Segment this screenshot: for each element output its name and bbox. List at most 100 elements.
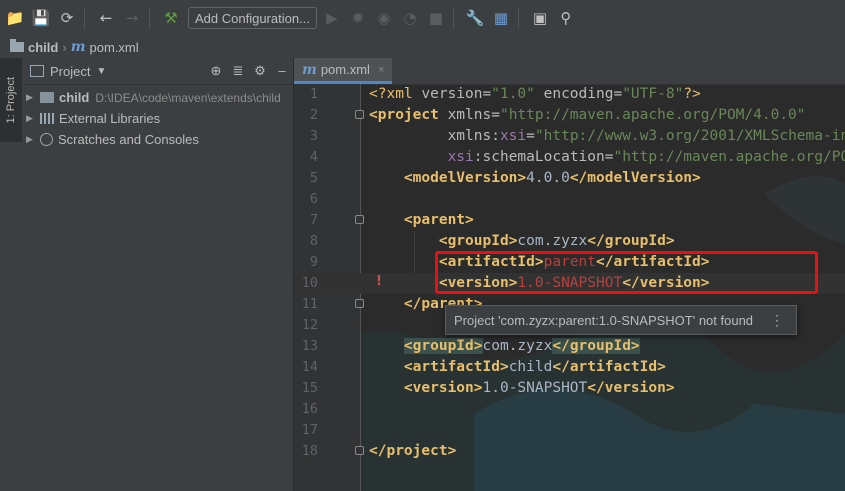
line-number: 5 <box>309 170 318 186</box>
toolbar-divider <box>149 8 150 28</box>
project-tool-tab-label: 1: Project <box>5 76 17 124</box>
code-line: 4 xsi:schemaLocation="http://maven.apach… <box>294 147 845 168</box>
tree-item-child[interactable]: ▶ child D:\IDEA\code\maven\extends\child <box>22 87 293 108</box>
fold-marker-icon[interactable] <box>355 446 364 455</box>
add-configuration-button[interactable]: Add Configuration... <box>188 7 317 29</box>
xml-tag: parent <box>412 212 466 228</box>
project-tool-tab[interactable]: 1: Project <box>0 58 22 142</box>
breadcrumb: child › m pom.xml <box>0 36 845 59</box>
code-text[interactable]: xmlns:xsi="http://www.w3.org/2001/XMLSch… <box>369 126 845 147</box>
profile-icon[interactable]: ◔ <box>399 7 421 29</box>
maven-file-icon: m <box>70 39 86 55</box>
build-hammer-icon[interactable]: ⚒ <box>160 7 182 29</box>
xml-bracket: > <box>473 380 483 396</box>
xml-string: "1.0" <box>491 86 535 102</box>
save-icon[interactable]: 💾 <box>30 7 52 29</box>
run-icon[interactable]: ▶ <box>321 7 343 29</box>
chevron-down-icon[interactable]: ▼ <box>96 66 106 77</box>
xml-decl-open: <?xml <box>369 86 422 102</box>
code-text[interactable]: <groupId>com.zyzx</groupId> <box>369 231 675 252</box>
locate-icon[interactable]: ⊕ <box>205 63 227 79</box>
gear-icon[interactable]: ⚙ <box>249 63 271 79</box>
debug-icon[interactable]: ✹ <box>347 7 369 29</box>
editor-area[interactable]: m pom.xml × 1 <?xml version = "1.0" encodi… <box>294 58 845 491</box>
code-text[interactable]: <?xml version="1.0" encoding="UTF-8"?> <box>369 84 701 105</box>
tab-pom-xml[interactable]: m pom.xml × <box>294 58 393 84</box>
stop-icon[interactable]: ■ <box>425 7 447 29</box>
toolbar-divider <box>452 8 454 28</box>
code-text[interactable]: xsi:schemaLocation="http://maven.apache.… <box>369 147 845 168</box>
forward-icon[interactable]: → <box>121 7 143 29</box>
fold-marker-icon[interactable] <box>355 110 364 119</box>
xml-decl-close: ?> <box>683 86 701 102</box>
breadcrumb-project[interactable]: child <box>28 40 58 55</box>
tree-item-label: child <box>59 90 90 105</box>
back-icon[interactable]: ← <box>95 7 117 29</box>
project-structure-icon[interactable]: ▦ <box>490 7 512 29</box>
expand-arrow-icon[interactable]: ▶ <box>26 113 40 124</box>
fold-marker-icon[interactable] <box>355 299 364 308</box>
settings-wrench-icon[interactable]: 🔧 <box>464 7 486 29</box>
code-line: 18 </project> <box>294 441 845 462</box>
line-number: 8 <box>309 233 318 249</box>
code-text[interactable]: <modelVersion>4.0.0</modelVersion> <box>369 168 701 189</box>
xml-attr: version <box>421 86 483 102</box>
line-number: 13 <box>301 338 318 354</box>
coverage-icon[interactable]: ◉ <box>373 7 395 29</box>
xml-bracket: < <box>403 338 413 354</box>
hide-icon[interactable]: – <box>271 63 293 79</box>
xml-bracket: < <box>369 107 378 123</box>
code-line: 1 <?xml version="1.0" encoding="UTF-8"?> <box>294 84 845 105</box>
toolbar-divider <box>84 8 85 28</box>
xml-equals: = <box>491 107 500 123</box>
code-text[interactable]: <project xmlns="http://maven.apache.org/… <box>369 105 806 126</box>
highlight-box <box>435 251 818 294</box>
tree-item-scratches[interactable]: ▶ Scratches and Consoles <box>22 129 293 150</box>
tree-item-label: External Libraries <box>59 111 161 126</box>
code-line: 17 <box>294 420 845 441</box>
code-text[interactable]: <parent> <box>369 210 474 231</box>
xml-bracket: > <box>473 338 483 354</box>
collapse-icon[interactable]: ≣ <box>227 63 249 79</box>
xml-bracket: < <box>438 233 448 249</box>
project-view-selector[interactable]: Project <box>50 64 90 79</box>
layout-icon[interactable]: ▣ <box>529 7 551 29</box>
more-actions-icon[interactable]: ⋮ <box>770 312 784 329</box>
xml-attr: encoding <box>534 86 614 102</box>
xml-bracket: > <box>692 170 701 186</box>
breadcrumb-separator-icon: › <box>62 39 67 55</box>
xml-bracket: > <box>499 359 509 375</box>
xml-bracket: < <box>403 359 413 375</box>
fold-marker-icon[interactable] <box>355 215 364 224</box>
code-line: 8 <groupId>com.zyzx</groupId> <box>294 231 845 252</box>
folder-icon <box>10 39 24 52</box>
sync-icon[interactable]: ⟳ <box>56 7 78 29</box>
open-folder-icon[interactable]: 📁 <box>4 7 26 29</box>
xml-attr: schemaLocation <box>482 149 605 165</box>
code-text[interactable]: <artifactId>child</artifactId> <box>369 357 666 378</box>
xml-tag: artifactId <box>412 359 500 375</box>
close-icon[interactable]: × <box>378 64 384 76</box>
xml-value: 1.0-SNAPSHOT <box>482 380 588 396</box>
xml-bracket: </ <box>552 359 570 375</box>
xml-equals: = <box>613 86 623 102</box>
tree-item-external-libraries[interactable]: ▶ External Libraries <box>22 108 293 129</box>
code-text[interactable]: </project> <box>369 441 456 462</box>
xml-bracket: > <box>517 170 527 186</box>
scratches-icon <box>40 133 53 146</box>
line-number: 14 <box>301 359 318 375</box>
line-number: 1 <box>309 86 318 102</box>
expand-arrow-icon[interactable]: ▶ <box>26 92 40 103</box>
error-tooltip[interactable]: Project 'com.zyzx:parent:1.0-SNAPSHOT' n… <box>445 305 797 335</box>
code-text[interactable]: <groupId>com.zyzx</groupId> <box>369 336 640 357</box>
code-text[interactable]: <version>1.0-SNAPSHOT</version> <box>369 378 675 399</box>
search-icon[interactable]: ⚲ <box>555 7 577 29</box>
project-view-icon <box>30 65 44 77</box>
expand-arrow-icon[interactable]: ▶ <box>26 134 40 145</box>
line-number: 16 <box>301 401 318 417</box>
tree-item-label: Scratches and Consoles <box>58 132 199 147</box>
line-number: 15 <box>301 380 318 396</box>
xml-tag: modelVersion <box>587 170 693 186</box>
xml-attr: xmlns <box>447 128 492 144</box>
breadcrumb-file[interactable]: pom.xml <box>90 40 139 55</box>
